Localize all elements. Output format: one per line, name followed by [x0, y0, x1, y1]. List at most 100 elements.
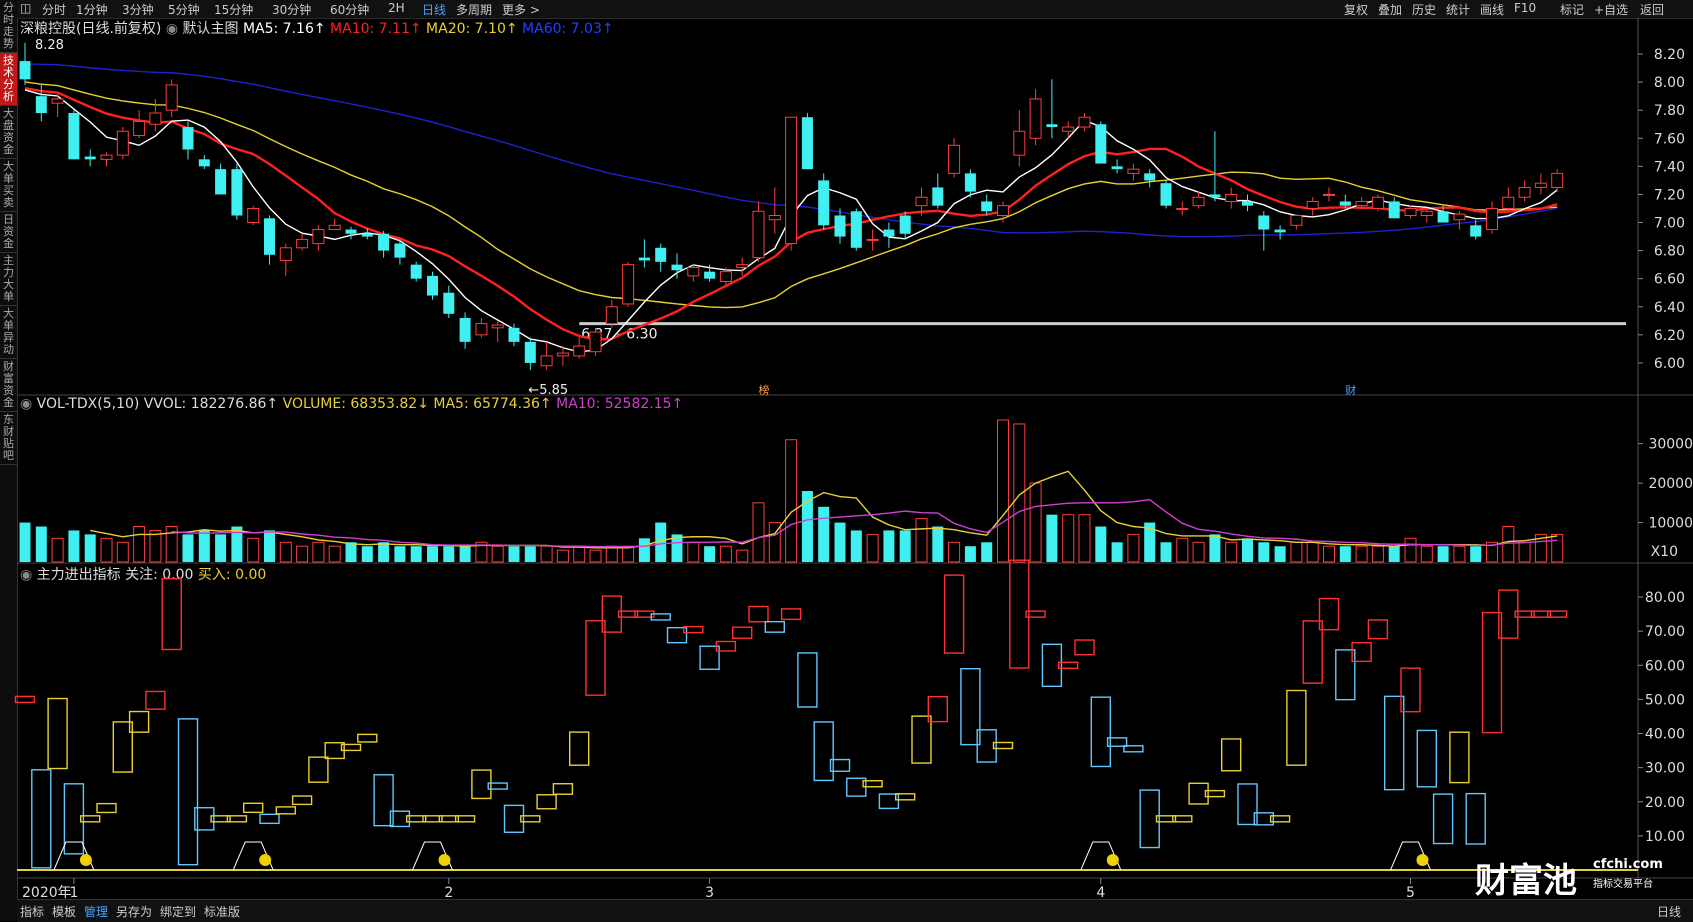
period-8[interactable]: 日线	[422, 1, 446, 18]
tool-0[interactable]: 返回	[1640, 1, 1664, 18]
period-1[interactable]: 1分钟	[76, 1, 108, 18]
indicator-box	[1237, 783, 1258, 826]
candle-body	[1420, 210, 1433, 216]
sidebar-tab-2[interactable]: 大盘资金	[0, 106, 17, 159]
volume-bar	[100, 537, 113, 563]
chart-area[interactable]: 8.20 8.00 7.80 7.60 7.40 7.20 7.00 6.80 6.60 6.40…	[0, 0, 1693, 921]
sidebar: 分时走势 技术分析 大盘资金 大单买卖 日资金 主力大单 大单异动 财富资金 东财贴吧	[0, 0, 18, 921]
indicator-box	[1481, 611, 1503, 734]
sidebar-tab-1[interactable]: 技术分析	[0, 53, 17, 106]
template-label[interactable]: ◉ 默认主图	[166, 21, 239, 37]
volume-bar	[296, 545, 309, 563]
collapse-icon[interactable]: ◉	[20, 396, 32, 412]
sidebar-tab-4[interactable]: 日资金	[0, 212, 17, 253]
volume-bar	[1420, 545, 1433, 563]
bottom-tab-5[interactable]: 标准版	[204, 903, 240, 920]
layout-icon[interactable]: ◫	[20, 1, 31, 15]
candle-body	[345, 229, 357, 234]
period-10[interactable]: 更多 >	[502, 1, 540, 18]
candle-body	[1371, 196, 1384, 209]
bottom-tab-2[interactable]: 管理	[84, 903, 108, 920]
period-7[interactable]: 2H	[388, 1, 405, 15]
indicator-box	[1253, 812, 1275, 826]
ma5-line	[24, 89, 1558, 353]
volume-bar	[1160, 542, 1172, 562]
period-4[interactable]: 15分钟	[214, 1, 253, 18]
period-5[interactable]: 30分钟	[272, 1, 311, 18]
candle-body	[264, 218, 275, 255]
candle-body	[1258, 215, 1270, 230]
smiley-icon	[79, 854, 92, 866]
sidebar-tab-6[interactable]: 大单异动	[0, 306, 17, 359]
indicator-box	[748, 605, 769, 623]
price-tick-label: 6.20	[1654, 328, 1685, 344]
indicator-box	[536, 794, 557, 810]
tool-2[interactable]: 标记	[1560, 1, 1584, 18]
candle-body	[883, 229, 895, 237]
candle-body	[1225, 193, 1238, 202]
tool-3[interactable]: F10	[1514, 1, 1536, 15]
period-9[interactable]: 多周期	[456, 1, 492, 18]
indicator-box	[291, 795, 313, 806]
sidebar-tab-7[interactable]: 财富资金	[0, 359, 17, 412]
collapse-icon[interactable]: ◉	[20, 567, 32, 583]
signal-triangle	[232, 841, 274, 871]
candle-body	[149, 112, 162, 125]
ind-buy: 买入: 0.00	[197, 567, 267, 583]
candle-body	[736, 264, 749, 268]
indicator-box	[340, 743, 362, 752]
tool-7[interactable]: 叠加	[1378, 1, 1402, 18]
bottom-tab-3[interactable]: 另存为	[116, 903, 152, 920]
period-3[interactable]: 5分钟	[168, 1, 200, 18]
candle-body	[328, 224, 341, 231]
tool-4[interactable]: 画线	[1480, 1, 1504, 18]
bottom-tab-0[interactable]: 指标	[20, 903, 44, 920]
volume-bar	[818, 506, 830, 562]
period-label[interactable]: 日线	[1657, 903, 1681, 920]
bottom-tab-1[interactable]: 模板	[52, 903, 76, 920]
volume-bar	[1209, 534, 1221, 562]
volume-header: ◉ VOL-TDX(5,10) VVOL: 182276.86↑ VOLUME:…	[20, 396, 683, 412]
period-0[interactable]: 分时	[42, 1, 66, 18]
candle-body	[361, 233, 373, 237]
volume-bar	[133, 526, 146, 563]
indicator-box	[862, 780, 883, 788]
sidebar-tab-5[interactable]: 主力大单	[0, 253, 17, 306]
candle-body	[1518, 186, 1531, 198]
candle-body	[573, 345, 586, 357]
price-tick-label: 8.00	[1654, 75, 1685, 91]
ma60-line	[24, 63, 1558, 238]
tool-6[interactable]: 历史	[1412, 1, 1436, 18]
period-2[interactable]: 3分钟	[122, 1, 154, 18]
main-chart-header: 深粮控股(日线.前复权) ◉ 默认主图 MA5: 7.16↑ MA10: 7.1…	[20, 18, 614, 38]
volume-bar	[1176, 537, 1189, 563]
indicator-box	[210, 815, 231, 823]
candle-body	[247, 207, 260, 224]
stock-name[interactable]: 深粮控股(日线.前复权)	[20, 21, 161, 37]
indicator-box	[552, 783, 574, 795]
tool-1[interactable]: +自选	[1594, 1, 1628, 18]
volume-bar	[1534, 533, 1547, 563]
volume-bar	[752, 502, 765, 563]
volume-bar	[1371, 545, 1384, 563]
sidebar-tab-0[interactable]: 分时走势	[0, 0, 17, 53]
indicator-box	[1106, 737, 1128, 747]
brand-url: cfchi.com	[1593, 857, 1663, 872]
volume-bar	[475, 541, 488, 563]
price-tick-label: 7.60	[1654, 131, 1685, 147]
sidebar-tab-3[interactable]: 大单买卖	[0, 159, 17, 212]
tool-8[interactable]: 复权	[1344, 1, 1368, 18]
vol-ma10: MA10: 52582.15↑	[556, 396, 684, 412]
volume-bar	[573, 545, 586, 563]
vol-ma5-line	[90, 470, 1558, 549]
period-6[interactable]: 60分钟	[330, 1, 369, 18]
price-tick-label: 7.00	[1654, 216, 1685, 232]
indicator-box	[438, 815, 459, 823]
sidebar-tab-8[interactable]: 东财贴吧	[0, 412, 17, 465]
volume-bar	[736, 549, 749, 563]
indicator-box	[1530, 610, 1552, 618]
volume-bar	[149, 529, 162, 563]
tool-5[interactable]: 统计	[1446, 1, 1470, 18]
bottom-tab-4[interactable]: 绑定到	[160, 903, 196, 920]
volume-bar	[1470, 546, 1482, 562]
